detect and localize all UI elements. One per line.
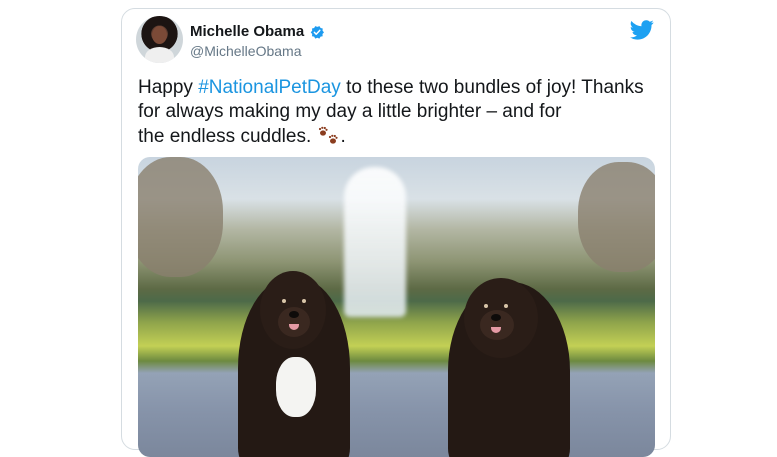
avatar-face <box>152 26 167 44</box>
tweet-text-end: . <box>340 126 346 147</box>
background-tree <box>578 162 655 272</box>
tweet-photo[interactable] <box>138 157 655 457</box>
paw-prints-icon <box>318 126 338 144</box>
tweet-text-line1-rest: to these two bundles of joy! Thanks <box>340 77 644 98</box>
tweet-text: Happy #NationalPetDay to these two bundl… <box>138 76 658 149</box>
author-name[interactable]: Michelle Obama <box>190 23 304 40</box>
dog-left-eye <box>302 299 306 303</box>
dog-right <box>448 278 570 457</box>
dog-left <box>238 271 350 457</box>
avatar-body <box>145 47 174 63</box>
twitter-bird-icon[interactable] <box>630 20 654 40</box>
dog-right-eye <box>504 304 508 308</box>
dog-left-nose <box>289 311 299 318</box>
author-row: Michelle Obama <box>190 23 325 40</box>
dog-left-eye <box>282 299 286 303</box>
dog-left-chest <box>276 357 316 417</box>
tweet-text-line2: for always making my day a little bright… <box>138 101 562 122</box>
hashtag-link[interactable]: #NationalPetDay <box>198 77 341 98</box>
fountain <box>344 167 406 317</box>
tweet-text-line3: the endless cuddles. <box>138 126 312 147</box>
tweet-card: Michelle Obama @MichelleObama Happy #Nat… <box>121 8 671 457</box>
dog-right-nose <box>491 314 501 321</box>
tweet-text-start: Happy <box>138 77 199 98</box>
author-handle[interactable]: @MichelleObama <box>190 43 301 59</box>
verified-badge-icon <box>310 25 325 39</box>
background-tree <box>138 157 223 277</box>
avatar[interactable] <box>136 16 183 63</box>
dog-right-eye <box>484 304 488 308</box>
